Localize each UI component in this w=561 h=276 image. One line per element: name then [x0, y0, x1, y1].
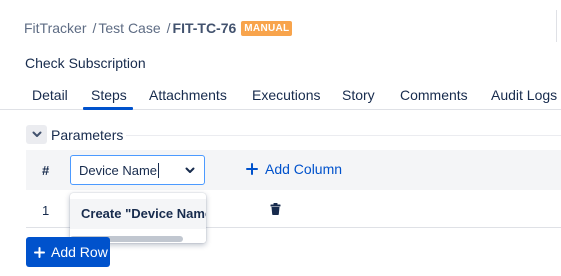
tab-story[interactable]: Story [342, 87, 375, 103]
section-divider [126, 135, 561, 136]
breadcrumb-separator: / [166, 20, 171, 36]
create-column-option[interactable]: Create "Device Name" [70, 199, 206, 229]
tab-attachments[interactable]: Attachments [149, 87, 227, 103]
parameters-toggle-button[interactable] [26, 125, 47, 144]
trash-icon [270, 203, 281, 215]
index-column-header: # [42, 163, 50, 178]
chevron-down-icon[interactable] [185, 165, 195, 175]
tab-executions[interactable]: Executions [252, 87, 320, 103]
tab-steps[interactable]: Steps [91, 87, 127, 103]
plus-icon [246, 163, 258, 175]
tab-detail[interactable]: Detail [32, 87, 68, 103]
section-title: Parameters [51, 127, 124, 143]
issue-key: FIT-TC-76 [172, 20, 237, 36]
plus-icon [34, 246, 45, 258]
text-caret [158, 162, 160, 178]
tab-comments[interactable]: Comments [400, 87, 468, 103]
add-column-button[interactable]: Add Column [246, 161, 342, 177]
add-column-label: Add Column [265, 161, 343, 177]
page-title: Check Subscription [25, 55, 146, 71]
tab-bar: Detail Steps Attachments Executions Stor… [0, 82, 561, 110]
chevron-down-icon [32, 131, 41, 137]
row-index: 1 [42, 203, 50, 218]
column-suggestions-dropdown: Create "Device Name" [70, 193, 206, 243]
add-row-button[interactable]: Add Row [26, 237, 110, 267]
breadcrumb-section[interactable]: Test Case [98, 20, 160, 36]
breadcrumb-separator: / [92, 20, 97, 36]
column-name-value: Device Name [79, 162, 158, 178]
active-tab-indicator [83, 107, 133, 110]
breadcrumb-project[interactable]: FitTracker [24, 20, 86, 36]
column-name-input[interactable]: Device Name [70, 155, 205, 185]
header-divider [556, 10, 557, 42]
status-badge: MANUAL [241, 20, 293, 36]
delete-row-button[interactable] [270, 202, 281, 220]
add-row-label: Add Row [51, 244, 108, 260]
breadcrumb: FitTracker / Test Case / FIT-TC-76 MANUA… [24, 19, 293, 37]
tab-audit-logs[interactable]: Audit Logs [491, 87, 557, 103]
